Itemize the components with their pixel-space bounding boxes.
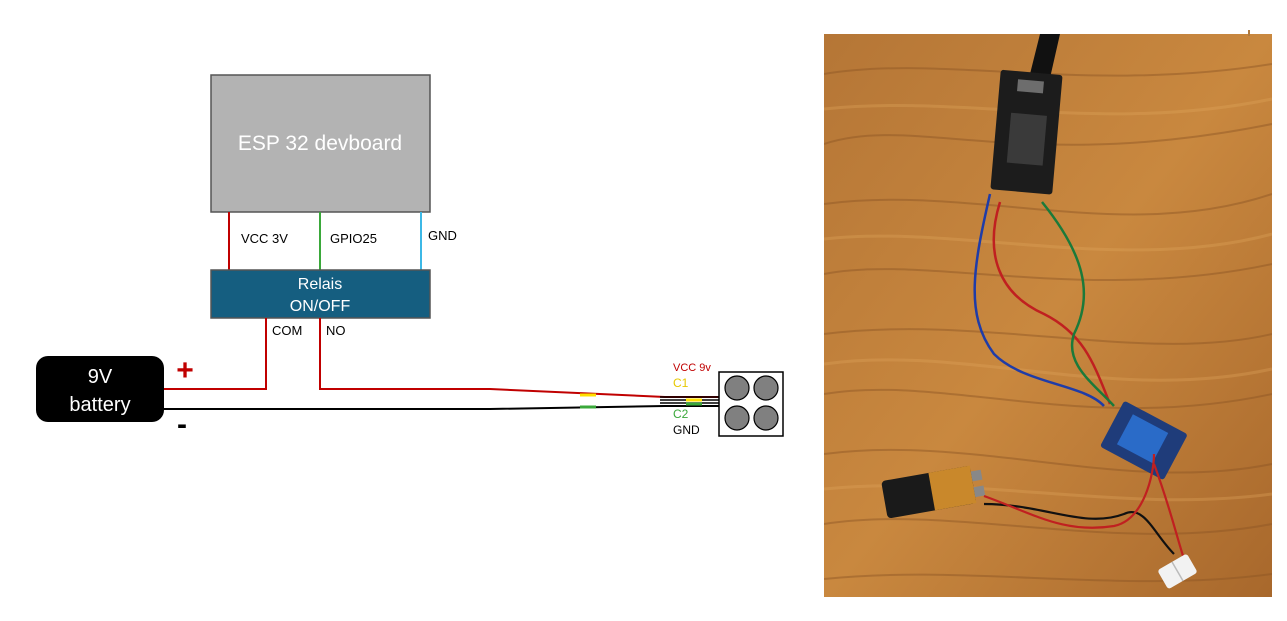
sensor-gnd-label: GND: [673, 423, 700, 437]
vcc-label: VCC 3V: [241, 231, 288, 246]
esp32-photo: [990, 69, 1063, 195]
battery-minus-wire: [164, 405, 720, 410]
battery-label-line1: 9V: [88, 366, 113, 388]
com-label: COM: [272, 323, 302, 338]
relay-label-line1: Relais: [298, 276, 342, 293]
sensor-vcc-label: VCC 9v: [673, 362, 711, 374]
battery-plus: +: [176, 354, 194, 387]
relay-label-line2: ON/OFF: [290, 298, 351, 315]
battery-label-line2: battery: [69, 394, 130, 416]
sensor-pad-circle: [724, 375, 750, 401]
no-to-sensor-wire: [319, 318, 720, 398]
no-label: NO: [326, 323, 346, 338]
gpio-label: GPIO25: [330, 231, 377, 246]
corner-mark: [1248, 30, 1250, 36]
sensor-c2-label: C2: [673, 407, 689, 421]
esp32-label: ESP 32 devboard: [238, 132, 402, 155]
sensor-pad-circle: [753, 405, 779, 431]
sensor-c1-label: C1: [673, 376, 689, 390]
hardware-photo: [824, 34, 1272, 597]
battery-minus: -: [177, 408, 187, 441]
sensor-pad-circle: [724, 405, 750, 431]
sensor-pad-circle: [753, 375, 779, 401]
gnd-label: GND: [428, 228, 457, 243]
hardware-photo-illustration: [824, 34, 1272, 597]
